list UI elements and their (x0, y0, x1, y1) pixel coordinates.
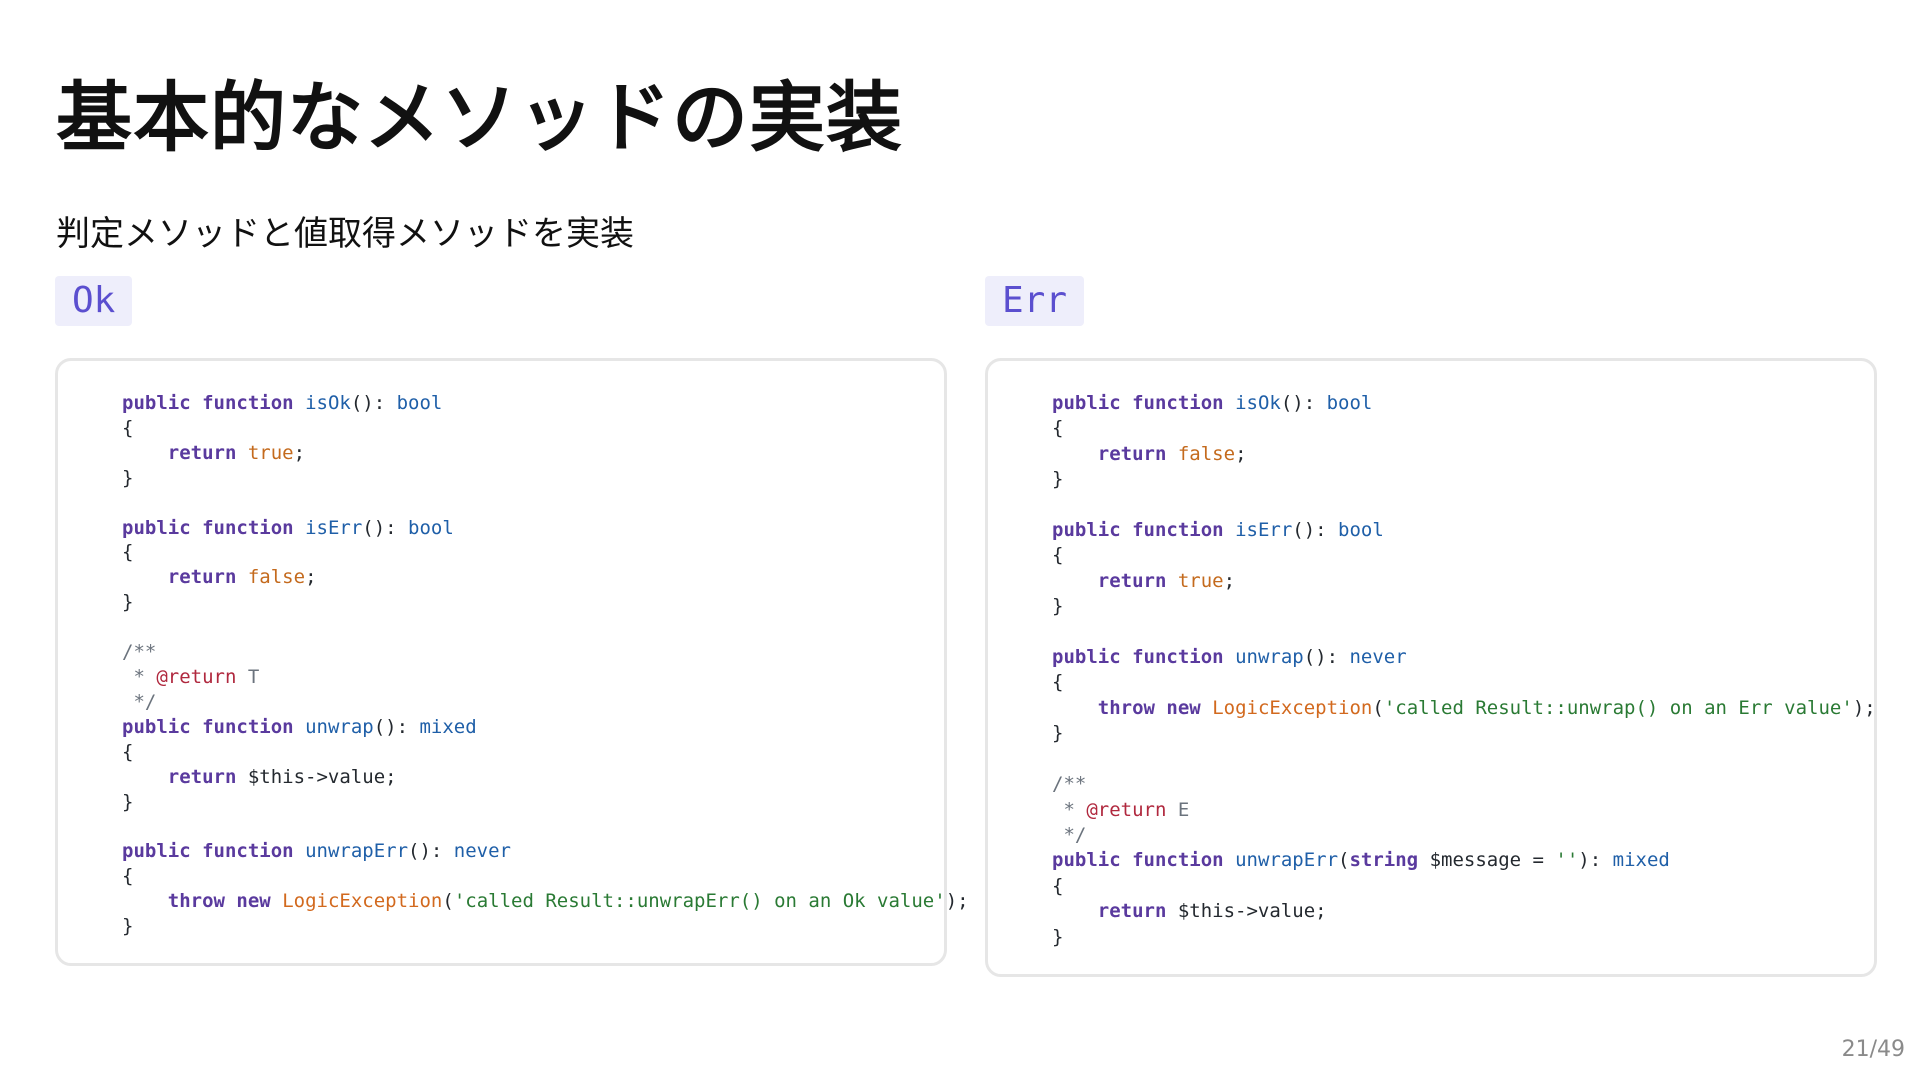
code-line: { (1052, 874, 1064, 897)
code-line: return $this->value; (167, 765, 397, 788)
code-line: public function unwrap(): mixed (122, 715, 477, 738)
code-line: } (122, 915, 134, 938)
code-line: } (1052, 468, 1064, 491)
code-line: { (1052, 544, 1064, 567)
ok-column: Ok public function isOk(): bool{ return … (55, 276, 969, 977)
code-line: } (1052, 595, 1064, 618)
code-line: /** (1052, 773, 1087, 796)
code-line: public function unwrapErr(string $messag… (1052, 849, 1670, 872)
code-line: { (1052, 671, 1064, 694)
code-line: { (122, 865, 134, 888)
code-line: throw new LogicException('called Result:… (167, 890, 969, 913)
code-line: * @return E (1052, 798, 1190, 821)
code-line: return true; (167, 441, 306, 464)
code-line: public function isErr(): bool (122, 516, 454, 539)
code-line: return true; (1097, 569, 1236, 592)
code-columns: Ok public function isOk(): bool{ return … (55, 276, 1877, 977)
code-line: } (122, 466, 134, 489)
code-line: return false; (1097, 442, 1247, 465)
ok-label: Ok (55, 276, 133, 326)
slide: 基本的なメソッドの実装 判定メソッドと値取得メソッドを実装 Ok public … (0, 0, 1920, 1080)
code-line: public function isOk(): bool (122, 392, 443, 414)
err-code: public function isOk(): bool { return fal… (1052, 391, 1876, 950)
err-code-block: public function isOk(): bool { return fal… (985, 358, 1877, 977)
code-line: public function isOk(): bool (1052, 392, 1373, 414)
code-line: { (122, 541, 134, 564)
code-line: return $this->value; (1097, 900, 1327, 923)
code-line: return false; (167, 566, 317, 589)
code-line: * @return T (122, 665, 260, 688)
page-number: 21/49 (1841, 1037, 1905, 1062)
err-column: Err public function isOk(): bool { return… (985, 276, 1877, 977)
code-line: } (1052, 925, 1064, 948)
code-line: /** (122, 641, 157, 664)
code-line: */ (1052, 823, 1087, 846)
ok-code: public function isOk(): bool{ return tru… (122, 391, 969, 939)
code-line: } (122, 591, 134, 614)
code-line: { (122, 740, 134, 763)
code-line: public function unwrap(): never (1052, 646, 1407, 669)
code-line: { (1052, 417, 1064, 440)
code-line: } (1052, 722, 1064, 745)
code-line: public function isErr(): bool (1052, 519, 1384, 542)
page-subtitle: 判定メソッドと値取得メソッドを実装 (56, 214, 634, 254)
err-label: Err (985, 276, 1085, 326)
code-line: public function unwrapErr(): never (122, 840, 511, 863)
code-line: { (122, 416, 134, 439)
code-line: throw new LogicException('called Result:… (1097, 696, 1876, 719)
ok-code-block: public function isOk(): bool{ return tru… (55, 358, 969, 966)
code-line: */ (122, 690, 157, 713)
page-title: 基本的なメソッドの実装 (56, 73, 903, 162)
code-line: } (122, 790, 134, 813)
